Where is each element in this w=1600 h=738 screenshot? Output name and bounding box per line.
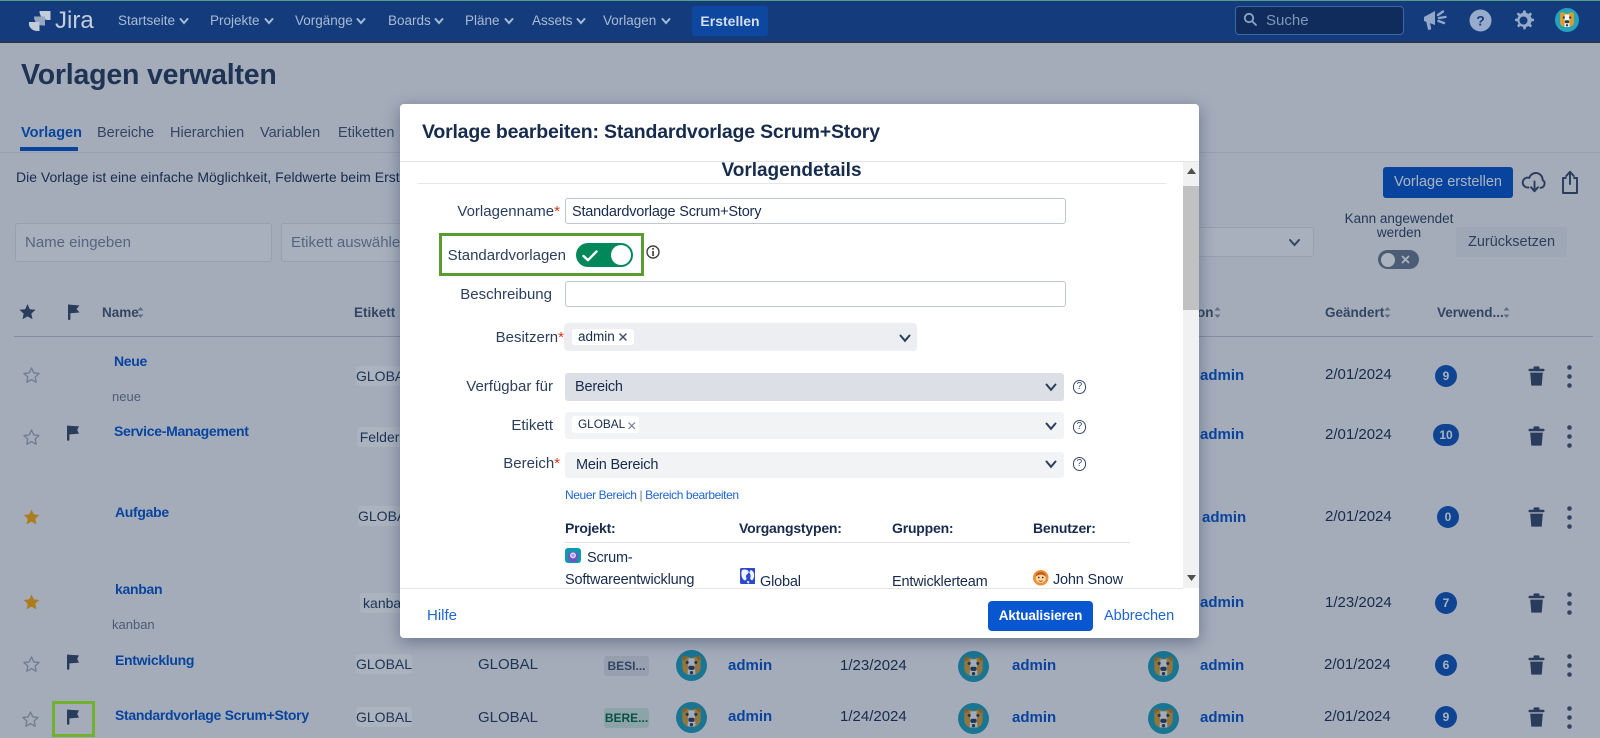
svg-text:?: ? — [1476, 13, 1485, 29]
